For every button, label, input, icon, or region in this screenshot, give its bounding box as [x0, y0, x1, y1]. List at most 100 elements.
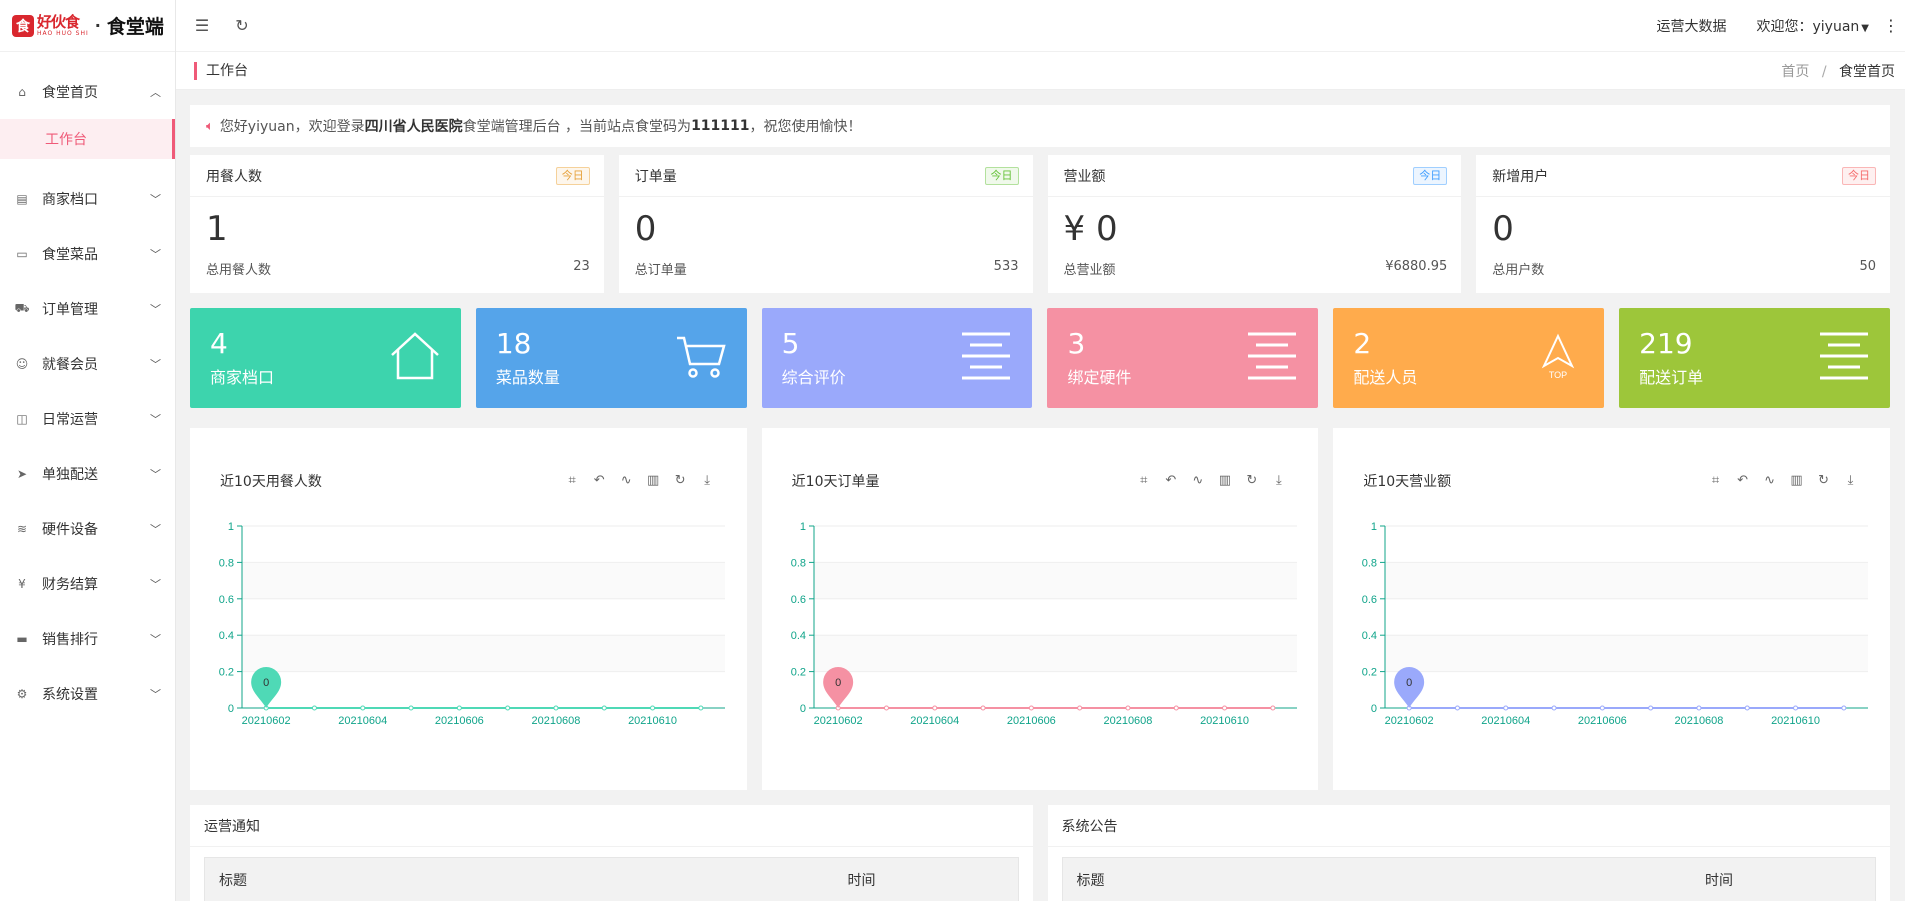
grid-band [1385, 671, 1869, 708]
stat-foot-label: 总订单量 [634, 263, 687, 278]
sidebar-item-delivery[interactable]: ➤ 单独配送 ﹀ [0, 446, 175, 501]
home-icon: ⌂ [18, 84, 26, 99]
x-tick-label: 20210610 [628, 715, 677, 727]
breadcrumb-home[interactable]: 首页 [1781, 64, 1809, 80]
y-tick-label: 0.4 [219, 630, 234, 642]
data-point [311, 705, 317, 711]
stat-value: ¥ 0 [1063, 209, 1118, 249]
y-tick-label: 0 [228, 703, 234, 715]
sidebar-item-settings[interactable]: ⚙ 系统设置 ﹀ [0, 666, 175, 721]
chart-row: 近10天用餐人数 ⌗ ↶ ∿ ▥ ↻ ⤓ 0 0.2 0.4 0.6 0.8 1 20210602 20… [190, 428, 1891, 790]
x-tick-label: 20210608 [1103, 715, 1152, 727]
top-arrow-label: TOP [1549, 370, 1567, 380]
sidebar-item-members[interactable]: ☺ 就餐会员 ﹀ [0, 336, 175, 391]
data-point [553, 705, 559, 711]
y-tick-label: 0 [800, 703, 806, 715]
page-title: 工作台 [194, 61, 248, 80]
sidebar-item-dishes[interactable]: ▭ 食堂菜品 ﹀ [0, 226, 175, 281]
tile-merchant-stalls[interactable]: 4 商家档口 [190, 308, 461, 408]
sidebar-item-sales-ranking[interactable]: ▬ 销售排行 ﹀ [0, 611, 175, 666]
line-chart: 0 0.2 0.4 0.6 0.8 1 20210602 20210604 20210606 20… [790, 521, 1297, 727]
stat-card-orders: 订单量 今日 0 总订单量 533 [618, 155, 1033, 293]
chevron-down-icon: ﹀ [150, 522, 161, 536]
x-tick-label: 20210606 [1007, 715, 1056, 727]
stat-value: 0 [1492, 209, 1514, 249]
tile-reviews[interactable]: 5 综合评价 [761, 308, 1033, 408]
sidebar-item-label: 单独配送 [42, 466, 98, 483]
users-icon: ☺ [15, 356, 29, 371]
big-data-link[interactable]: 运营大数据 [1657, 16, 1727, 36]
collapse-sidebar-button[interactable]: ☰ [182, 0, 222, 52]
stat-value: 1 [206, 209, 228, 249]
notice-table-header: 标题 时间 [204, 857, 1019, 901]
y-tick-label: 0.4 [1362, 630, 1377, 642]
x-tick-label: 20210602 [813, 715, 862, 727]
y-tick-label: 0.8 [1362, 557, 1377, 569]
sidebar-item-orders[interactable]: ⛟ 订单管理 ﹀ [0, 281, 175, 336]
lines-icon [1248, 332, 1297, 380]
logo[interactable]: 食 好伙食 HAO HUO SHI · 食堂端 [0, 0, 175, 52]
line-chart: 0 0.2 0.4 0.6 0.8 1 20210602 20210604 20210606 20… [219, 521, 725, 727]
top-bar: ☰ ↻ 运营大数据 欢迎您：yiyuan ▼ ⋮ [176, 0, 1905, 52]
breadcrumb-current: 食堂首页 [1839, 63, 1895, 80]
breadcrumb-bar: 工作台 首页 / 食堂首页 [176, 52, 1905, 90]
cart-icon [676, 336, 726, 378]
logo-icon: 食 [12, 14, 34, 37]
grid-band [242, 635, 725, 672]
data-point [1173, 705, 1179, 711]
stat-title: 用餐人数 [206, 168, 262, 185]
tile-bound-hardware[interactable]: 3 绑定硬件 [1047, 308, 1319, 408]
marker-label: 0 [835, 677, 841, 689]
stat-foot-label: 总用餐人数 [206, 263, 272, 278]
sidebar-item-finance[interactable]: ¥ 财务结算 ﹀ [0, 556, 175, 611]
system-announcement-panel: 系统公告 标题 时间 [1047, 805, 1890, 901]
stat-cards: 用餐人数 今日 1 总用餐人数 23 订单量 今日 0 总订单量 533 营业额 今日 ¥… [190, 155, 1890, 293]
user-menu[interactable]: 欢迎您：yiyuan ▼ [1757, 16, 1870, 36]
sidebar-item-label: 订单管理 [42, 301, 98, 318]
grid-band [813, 598, 1297, 636]
brand-subtitle: 食堂端 [106, 16, 164, 38]
data-point [1503, 705, 1509, 711]
refresh-icon: ↻ [235, 16, 249, 35]
column-time: 时间 [847, 872, 876, 889]
data-point [1455, 705, 1461, 711]
welcome-banner: 🔈︎ 您好yiyuan，欢迎登录 四川省人民医院 食堂端管理后台 ，当前站点食堂码… [190, 105, 1890, 147]
refresh-button[interactable]: ↻ [222, 0, 262, 52]
panel-title: 系统公告 [1047, 805, 1890, 847]
x-tick-label: 20210606 [1578, 715, 1627, 727]
sidebar-item-hardware[interactable]: ≋ 硬件设备 ﹀ [0, 501, 175, 556]
stat-title: 订单量 [634, 168, 677, 185]
grid-band [1385, 526, 1869, 563]
sidebar-item-label: 硬件设备 [42, 521, 98, 538]
data-point [1793, 705, 1799, 711]
more-vertical-icon[interactable]: ⋮ [1883, 16, 1899, 35]
sidebar-item-merchant-stalls[interactable]: ▤ 商家档口 ﹀ [0, 171, 175, 226]
sidebar-item-canteen-home[interactable]: ⌂ 食堂首页 ︿ [0, 64, 175, 119]
tile-delivery-staff[interactable]: 2 配送人员 TOP [1333, 308, 1605, 408]
data-point [408, 705, 414, 711]
sidebar-item-operations[interactable]: ◫ 日常运营 ﹀ [0, 391, 175, 446]
sidebar-item-label: 食堂首页 [42, 84, 98, 101]
grid-band [1385, 562, 1869, 599]
data-point [1841, 705, 1847, 711]
data-point [1221, 705, 1227, 711]
grid-band [813, 635, 1297, 672]
image-icon: ▭ [16, 246, 28, 261]
stat-card-revenue: 营业额 今日 ¥ 0 总营业额 ¥6880.95 [1047, 155, 1462, 293]
grid-band [813, 562, 1297, 599]
indent-icon: ☰ [194, 16, 210, 35]
stat-card-diners: 用餐人数 今日 1 总用餐人数 23 [190, 155, 604, 293]
data-point [980, 705, 986, 711]
welcome-text-1: 您好yiyuan，欢迎登录 [219, 119, 365, 135]
y-tick-label: 1 [800, 521, 806, 533]
tile-dish-count[interactable]: 18 菜品数量 [475, 308, 747, 408]
data-point [1125, 705, 1131, 711]
wifi-icon: ≋ [16, 521, 28, 536]
sidebar-subitem-workbench[interactable]: 工作台 [0, 119, 175, 159]
chevron-down-icon: ﹀ [150, 412, 161, 426]
tile-delivery-orders[interactable]: 219 配送订单 [1619, 308, 1890, 408]
brand-pinyin: HAO HUO SHI [37, 29, 89, 37]
sidebar-item-label: 系统设置 [42, 686, 98, 703]
grid-band [242, 562, 725, 599]
today-badge: 今日 [1842, 166, 1876, 185]
